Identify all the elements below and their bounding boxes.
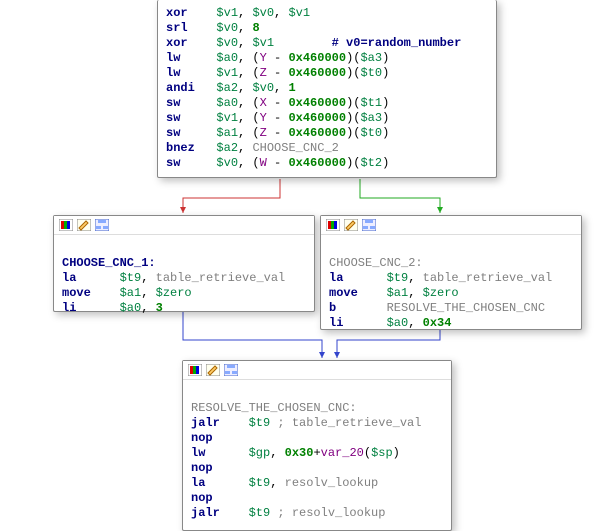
block-right-code: CHOOSE_CNC_2: la $t9, table_retrieve_val… bbox=[321, 235, 581, 339]
block-resolve-chosen-cnc[interactable]: RESOLVE_THE_CHOSEN_CNC: jalr $t9 ; table… bbox=[182, 360, 452, 531]
block-top-code: xor $v1, $v0, $v1 srl $v0, 8 xor $v0, $v… bbox=[158, 0, 496, 179]
graph-icon bbox=[223, 363, 239, 377]
color-icon bbox=[325, 218, 341, 232]
block-choose-cnc-1[interactable]: CHOOSE_CNC_1: la $t9, table_retrieve_val… bbox=[53, 215, 315, 312]
edit-icon bbox=[76, 218, 92, 232]
block-left-code: CHOOSE_CNC_1: la $t9, table_retrieve_val… bbox=[54, 235, 314, 324]
block-bottom-code: RESOLVE_THE_CHOSEN_CNC: jalr $t9 ; table… bbox=[183, 380, 451, 529]
block-header bbox=[54, 216, 314, 235]
block-top[interactable]: xor $v1, $v0, $v1 srl $v0, 8 xor $v0, $v… bbox=[157, 0, 497, 178]
graph-icon bbox=[361, 218, 377, 232]
edit-icon bbox=[205, 363, 221, 377]
block-choose-cnc-2[interactable]: CHOOSE_CNC_2: la $t9, table_retrieve_val… bbox=[320, 215, 582, 330]
block-header bbox=[183, 361, 451, 380]
color-icon bbox=[58, 218, 74, 232]
graph-icon bbox=[94, 218, 110, 232]
color-icon bbox=[187, 363, 203, 377]
block-header bbox=[321, 216, 581, 235]
edit-icon bbox=[343, 218, 359, 232]
